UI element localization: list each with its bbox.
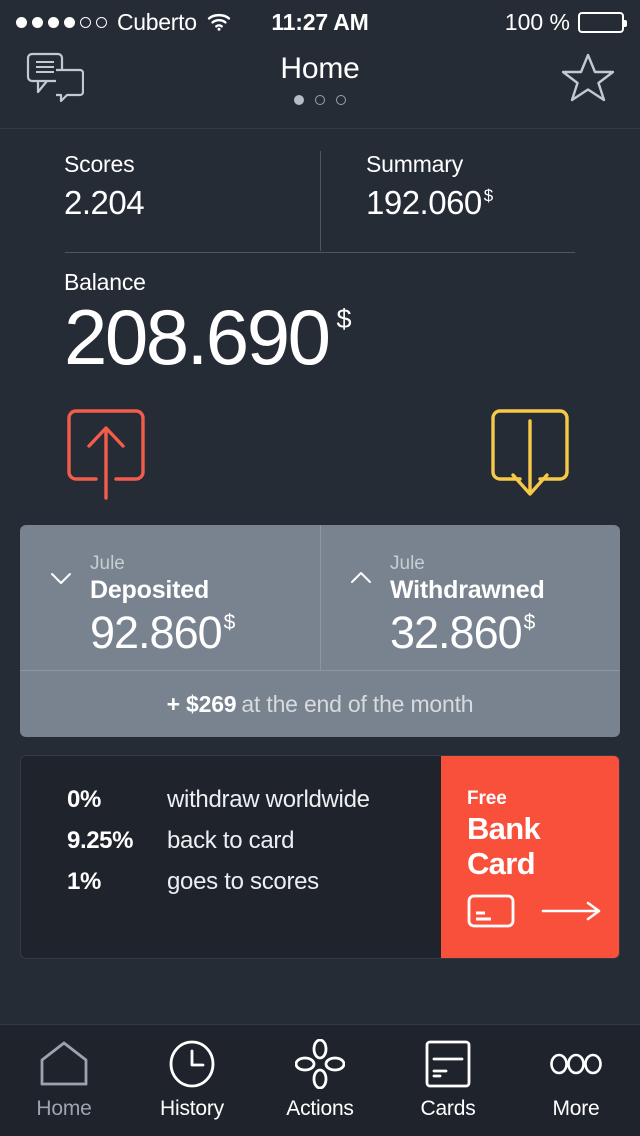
stats-row: Scores 2.204 Summary 192.060 $ (0, 129, 640, 253)
promo-benefit-text: back to card (167, 827, 295, 854)
app-header: Home (0, 44, 640, 128)
stats-horizontal-divider (65, 252, 575, 253)
credit-card-icon (467, 894, 515, 933)
send-money-button[interactable] (64, 403, 152, 503)
stat-summary-label: Summary (366, 151, 464, 177)
stat-summary-currency: $ (483, 186, 493, 205)
deposited-currency: $ (223, 610, 236, 634)
stat-scores-value: 2.204 (64, 184, 145, 221)
chevron-down-icon[interactable] (48, 565, 74, 591)
status-bar: Cuberto 11:27 AM 100 % (0, 0, 640, 44)
promo-benefit-row: 1% goes to scores (67, 868, 441, 896)
promo-title-line1: Bank (467, 811, 541, 846)
month-end-amount: + $269 (166, 690, 237, 717)
promo-benefit-pct: 1% (67, 868, 101, 895)
deposited-amount-row: 92.860 $ (48, 607, 320, 659)
withdrawned-title: Withdrawned (390, 575, 545, 604)
chevron-up-icon[interactable] (348, 565, 374, 591)
order-bank-card-button[interactable]: Free Bank Card (441, 756, 619, 958)
tab-home-label: Home (36, 1097, 92, 1120)
month-end-text: at the end of the month (241, 690, 474, 717)
page-dot-3[interactable] (336, 95, 346, 105)
app-screen: Cuberto 11:27 AM 100 % Home Scores 2.204… (0, 0, 640, 1136)
promo-free-label: Free (467, 788, 507, 809)
more-dots-icon (550, 1039, 602, 1089)
stat-summary-value: 192.060 (366, 184, 482, 221)
stat-scores-value-row: 2.204 (64, 184, 338, 222)
withdrawned-amount-row: 32.860 $ (348, 607, 620, 659)
bottom-tab-bar: Home History Actions Cards More (0, 1024, 640, 1136)
stat-summary-value-row: 192.060 $ (366, 184, 640, 222)
tab-history-label: History (160, 1097, 224, 1120)
promo-benefit-pct: 0% (67, 786, 101, 813)
tab-home[interactable]: Home (0, 1039, 128, 1121)
page-dot-2[interactable] (315, 95, 325, 105)
deposited-month: Jule (90, 553, 125, 574)
stats-vertical-divider (320, 151, 321, 251)
arrow-right-icon[interactable] (541, 900, 603, 927)
page-dot-1[interactable] (294, 95, 304, 105)
bank-card-promo[interactable]: 0% withdraw worldwide 9.25% back to card… (20, 755, 620, 959)
withdrawned-month: Jule (390, 553, 425, 574)
deposited-amount: 92.860 (90, 606, 223, 658)
deposited-title: Deposited (90, 575, 210, 604)
promo-title-line2: Card (467, 846, 536, 882)
header-title-block: Home (0, 52, 640, 105)
panel-vertical-divider (320, 525, 321, 670)
tab-actions[interactable]: Actions (256, 1039, 384, 1121)
promo-benefits-list: 0% withdraw worldwide 9.25% back to card… (21, 756, 441, 958)
tab-more[interactable]: More (512, 1039, 640, 1121)
actions-icon (295, 1039, 345, 1089)
tab-history[interactable]: History (128, 1039, 256, 1121)
balance-label: Balance (64, 269, 146, 295)
page-title: Home (280, 52, 360, 85)
withdrawned-currency: $ (523, 610, 536, 634)
balance-currency: $ (336, 304, 352, 334)
battery-icon (578, 11, 627, 33)
stat-scores[interactable]: Scores 2.204 (0, 151, 338, 253)
monthly-summary-panel: Jule Deposited 92.860 $ Jule Withdrawned… (20, 525, 620, 737)
promo-benefit-text: withdraw worldwide (167, 786, 370, 813)
clock-icon (167, 1039, 217, 1089)
balance-block: Balance 208.690 $ (0, 253, 640, 403)
status-bar-right: 100 % (504, 8, 627, 36)
battery-percent: 100 % (504, 8, 570, 35)
card-icon (424, 1039, 472, 1089)
balance-value: 208.690 (64, 293, 331, 381)
stat-summary[interactable]: Summary 192.060 $ (338, 151, 640, 253)
tab-more-label: More (552, 1097, 600, 1120)
withdrawned-amount: 32.860 (390, 606, 523, 658)
messages-icon[interactable] (26, 52, 85, 107)
tab-cards-label: Cards (420, 1097, 476, 1120)
promo-cta-row (467, 894, 619, 933)
tab-actions-label: Actions (286, 1097, 354, 1120)
promo-benefit-row: 9.25% back to card (67, 827, 441, 855)
deposited-column[interactable]: Jule Deposited 92.860 $ (20, 525, 320, 670)
month-end-forecast: + $269 at the end of the month (20, 670, 620, 737)
withdrawned-column[interactable]: Jule Withdrawned 32.860 $ (320, 525, 620, 670)
star-icon[interactable] (561, 52, 615, 107)
house-icon (38, 1039, 90, 1089)
promo-benefit-pct: 9.25% (67, 827, 134, 854)
page-indicator[interactable] (294, 95, 346, 105)
receive-money-button[interactable] (488, 403, 576, 503)
promo-benefit-row: 0% withdraw worldwide (67, 786, 441, 814)
promo-benefit-text: goes to scores (167, 868, 319, 895)
quick-actions-row (0, 403, 640, 525)
balance-value-row: 208.690 $ (64, 293, 640, 381)
stat-scores-label: Scores (64, 151, 135, 177)
tab-cards[interactable]: Cards (384, 1039, 512, 1121)
monthly-summary-columns: Jule Deposited 92.860 $ Jule Withdrawned… (20, 525, 620, 670)
